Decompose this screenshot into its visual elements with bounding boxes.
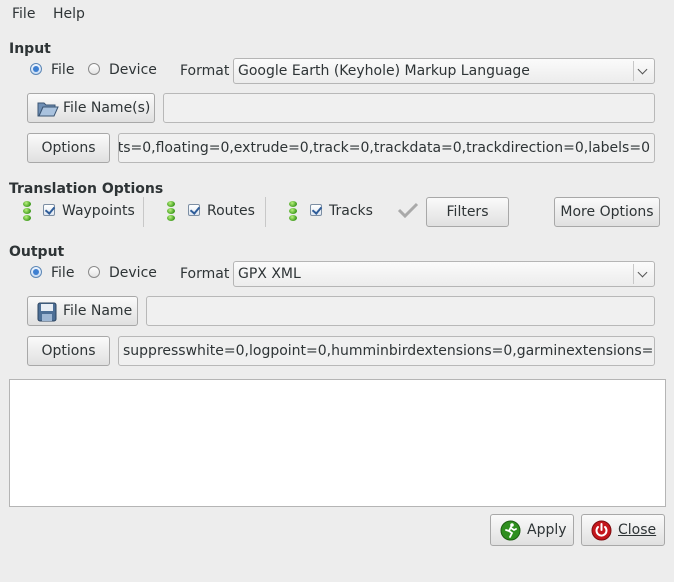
input-device-label[interactable]: Device — [109, 62, 157, 78]
output-device-label[interactable]: Device — [109, 265, 157, 281]
save-icon — [37, 302, 57, 322]
input-format-value: Google Earth (Keyhole) Markup Language — [238, 63, 530, 79]
output-filename-field[interactable] — [146, 296, 655, 326]
menubar: File Help — [0, 0, 674, 30]
filters-button[interactable]: Filters — [426, 197, 509, 227]
separator — [265, 197, 266, 227]
output-section-label: Output — [9, 244, 65, 260]
input-options-field[interactable]: =0,points=0,floating=0,extrude=0,track=0… — [118, 133, 655, 163]
output-format-select[interactable]: GPX XML — [233, 261, 655, 287]
input-filename-label: File Name(s) — [63, 100, 151, 116]
more-options-button[interactable]: More Options — [554, 197, 660, 227]
output-file-radio[interactable] — [30, 266, 42, 278]
routes-checkbox[interactable] — [188, 204, 200, 216]
tracks-label[interactable]: Tracks — [329, 203, 373, 219]
input-filename-button[interactable]: File Name(s) — [27, 93, 155, 123]
apply-button[interactable]: Apply — [490, 514, 574, 546]
input-format-label: Format — [180, 63, 230, 79]
close-button[interactable]: Close — [581, 514, 665, 546]
separator — [143, 197, 144, 227]
power-icon — [591, 520, 612, 541]
menu-help[interactable]: Help — [53, 6, 85, 22]
chevron-down-icon — [633, 264, 654, 284]
folder-open-icon — [37, 102, 59, 117]
run-icon — [500, 520, 521, 541]
input-section-label: Input — [9, 41, 51, 57]
waypoints-icon — [22, 201, 32, 223]
close-label: Close — [618, 522, 657, 538]
translation-section-label: Translation Options — [9, 181, 164, 197]
input-options-button[interactable]: Options — [27, 133, 110, 163]
input-filename-field[interactable] — [163, 93, 655, 123]
output-file-label[interactable]: File — [51, 265, 74, 281]
input-file-radio[interactable] — [30, 63, 42, 75]
output-options-field[interactable]: suppresswhite=0,logpoint=0,humminbirdext… — [118, 336, 655, 366]
waypoints-checkbox[interactable] — [43, 204, 55, 216]
waypoints-label[interactable]: Waypoints — [62, 203, 135, 219]
output-format-value: GPX XML — [238, 266, 301, 282]
output-format-label: Format — [180, 266, 230, 282]
tracks-icon — [288, 201, 298, 223]
checkmark-icon — [397, 202, 419, 218]
log-textview[interactable] — [9, 379, 666, 507]
routes-label[interactable]: Routes — [207, 203, 255, 219]
input-options-value: =0,points=0,floating=0,extrude=0,track=0… — [118, 140, 650, 156]
output-filename-button[interactable]: File Name — [27, 296, 138, 326]
input-format-select[interactable]: Google Earth (Keyhole) Markup Language — [233, 58, 655, 84]
menu-file[interactable]: File — [12, 6, 35, 22]
chevron-down-icon — [633, 61, 654, 81]
input-file-label[interactable]: File — [51, 62, 74, 78]
routes-icon — [166, 201, 176, 223]
output-options-button[interactable]: Options — [27, 336, 110, 366]
apply-label: Apply — [527, 522, 567, 538]
input-device-radio[interactable] — [88, 63, 100, 75]
output-filename-label: File Name — [63, 303, 133, 319]
tracks-checkbox[interactable] — [310, 204, 322, 216]
output-device-radio[interactable] — [88, 266, 100, 278]
output-options-value: suppresswhite=0,logpoint=0,humminbirdext… — [123, 343, 655, 359]
